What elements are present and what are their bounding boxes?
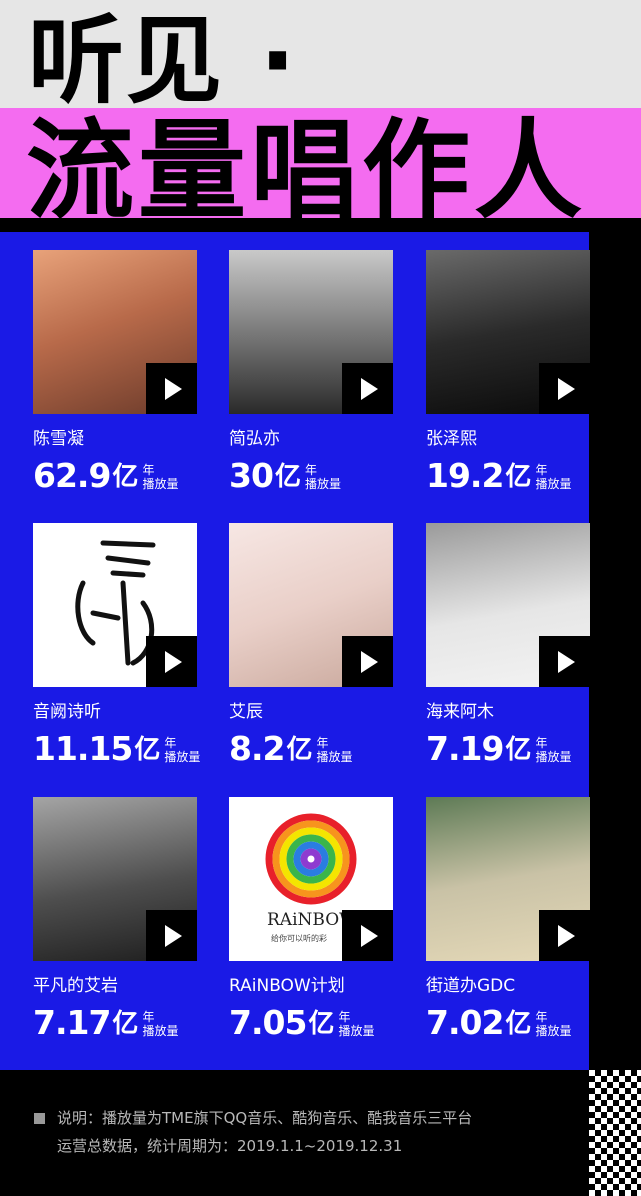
- artist-name: 陈雪凝: [33, 429, 84, 449]
- artist-photo[interactable]: RAiNBOW 给你可以听的彩: [229, 797, 393, 961]
- play-icon[interactable]: [342, 363, 393, 414]
- play-count: 11.15 亿 年播放量: [33, 729, 201, 768]
- side-strip: [589, 232, 641, 1070]
- artist-photo[interactable]: [229, 250, 393, 414]
- artist-name: RAiNBOW计划: [229, 976, 345, 996]
- play-count: 7.17 亿 年播放量: [33, 1003, 179, 1042]
- artist-name: 音阙诗听: [33, 702, 101, 722]
- artist-photo[interactable]: [426, 250, 590, 414]
- artist-card[interactable]: RAiNBOW 给你可以听的彩 RAiNBOW计划 7.05 亿 年播放量: [229, 797, 395, 1043]
- bullet-square-icon: [34, 1113, 45, 1124]
- artist-name: 艾辰: [229, 702, 263, 722]
- artist-photo[interactable]: [33, 250, 197, 414]
- artist-card[interactable]: 陈雪凝 62.9 亿 年播放量: [33, 250, 199, 496]
- artist-card[interactable]: 简弘亦 30 亿 年播放量: [229, 250, 395, 496]
- checkerboard-decoration: [589, 1070, 641, 1196]
- artist-card[interactable]: 平凡的艾岩 7.17 亿 年播放量: [33, 797, 199, 1043]
- play-icon[interactable]: [539, 363, 590, 414]
- artist-photo[interactable]: [426, 797, 590, 961]
- artist-photo[interactable]: [33, 797, 197, 961]
- play-icon[interactable]: [146, 910, 197, 961]
- play-icon[interactable]: [342, 910, 393, 961]
- play-icon[interactable]: [146, 636, 197, 687]
- artist-photo[interactable]: [229, 523, 393, 687]
- artist-name: 简弘亦: [229, 429, 280, 449]
- play-count: 7.19 亿 年播放量: [426, 729, 572, 768]
- play-icon[interactable]: [539, 636, 590, 687]
- artist-name: 海来阿木: [426, 702, 494, 722]
- svg-text:给你可以听的彩: 给你可以听的彩: [271, 933, 327, 943]
- play-count: 7.02 亿 年播放量: [426, 1003, 572, 1042]
- artist-photo[interactable]: [426, 523, 590, 687]
- artist-card[interactable]: 音阙诗听 11.15 亿 年播放量: [33, 523, 201, 769]
- artist-name: 街道办GDC: [426, 976, 516, 996]
- page-title-line1: 听见 ·: [28, 5, 298, 117]
- artist-card[interactable]: 街道办GDC 7.02 亿 年播放量: [426, 797, 592, 1043]
- play-count: 7.05 亿 年播放量: [229, 1003, 375, 1042]
- play-icon[interactable]: [539, 910, 590, 961]
- play-count: 19.2 亿 年播放量: [426, 456, 572, 495]
- page-title-line2: 流量唱作人: [26, 109, 587, 234]
- play-icon[interactable]: [342, 636, 393, 687]
- footnote: 说明：播放量为TME旗下QQ音乐、酷狗音乐、酷我音乐三平台 运营总数据，统计周期…: [34, 1104, 554, 1160]
- play-count: 30 亿 年播放量: [229, 456, 341, 495]
- artist-card[interactable]: 海来阿木 7.19 亿 年播放量: [426, 523, 592, 769]
- artist-name: 张泽熙: [426, 429, 477, 449]
- artist-card[interactable]: 艾辰 8.2 亿 年播放量: [229, 523, 395, 769]
- play-count: 8.2 亿 年播放量: [229, 729, 353, 768]
- artist-photo[interactable]: [33, 523, 197, 687]
- artist-name: 平凡的艾岩: [33, 976, 118, 996]
- artist-card[interactable]: 张泽熙 19.2 亿 年播放量: [426, 250, 592, 496]
- play-icon[interactable]: [146, 363, 197, 414]
- play-count: 62.9 亿 年播放量: [33, 456, 179, 495]
